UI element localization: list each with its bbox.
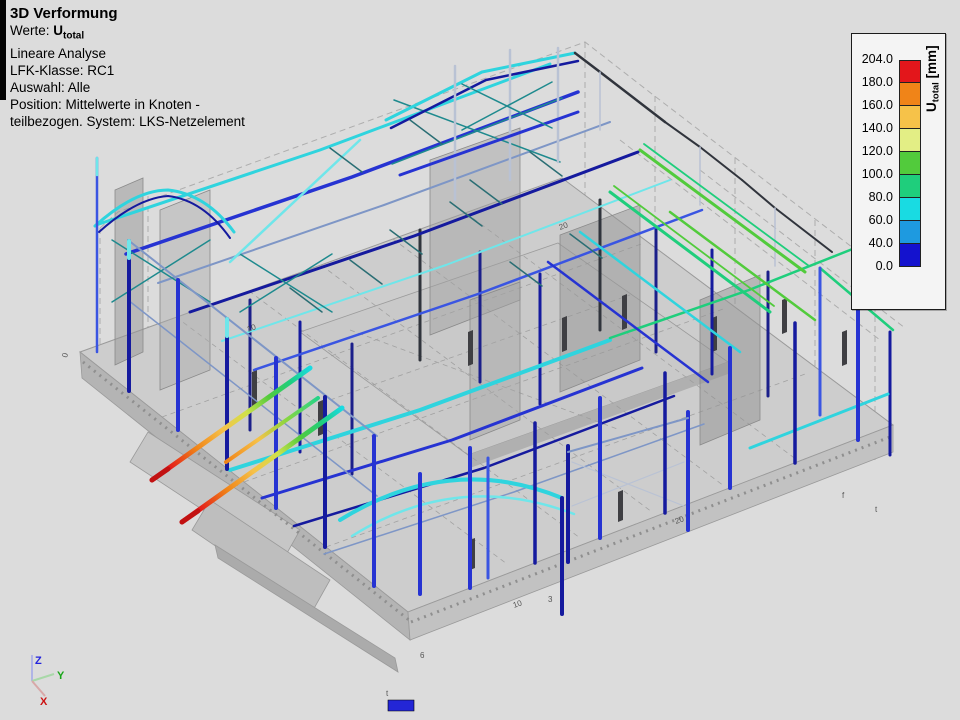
header-line: Position: Mittelwerte in Knoten - — [10, 96, 245, 113]
legend-color-segment — [899, 221, 921, 244]
grid-axis-label: f — [842, 491, 845, 500]
legend-tick-label: 180.0 — [847, 75, 893, 89]
legend-tick-label: 204.0 — [847, 52, 893, 66]
result-title: 3D Verformung — [10, 5, 245, 22]
selected-member-marker — [388, 700, 414, 711]
grid-axis-label: 6 — [420, 651, 425, 660]
svg-text:Utotal [mm]: Utotal [mm] — [924, 45, 942, 112]
grid-axis-label: t — [875, 505, 878, 514]
header-line: LFK-Klasse: RC1 — [10, 62, 245, 79]
legend-color-segment — [899, 244, 921, 267]
header-line: teilbezogen. System: LKS-Netzelement — [10, 113, 245, 130]
header-line: Lineare Analyse — [10, 45, 245, 62]
legend-color-segment — [899, 198, 921, 221]
y-axis-line — [32, 674, 54, 681]
grid-axis-label: t — [386, 689, 389, 698]
legend-tick-label: 140.0 — [847, 121, 893, 135]
legend-color-segment — [899, 175, 921, 198]
grid-axis-label: 10 — [512, 598, 524, 610]
y-axis-label: Y — [57, 670, 65, 682]
result-header-lines: Lineare AnalyseLFK-Klasse: RC1Auswahl: A… — [10, 45, 245, 130]
legend-color-segment — [899, 129, 921, 152]
result-header: 3D Verformung Werte: Utotal Lineare Anal… — [10, 5, 245, 130]
result-values-line: Werte: Utotal — [10, 22, 245, 45]
z-axis-label: Z — [35, 655, 42, 667]
viewport-canvas: 01020103620tft 3D Verformung Werte: Utot… — [0, 0, 960, 720]
legend-tick-label: 100.0 — [847, 167, 893, 181]
legend-tick-label: 80.0 — [847, 190, 893, 204]
legend-tick-label: 0.0 — [847, 259, 893, 273]
legend-tick-label: 160.0 — [847, 98, 893, 112]
legend-color-segment — [899, 152, 921, 175]
grid-axis-label: 0 — [60, 351, 70, 358]
legend-title: Utotal [mm] — [916, 16, 946, 126]
legend-tick-label: 40.0 — [847, 236, 893, 250]
x-axis-label: X — [40, 696, 48, 708]
header-line: Auswahl: Alle — [10, 79, 245, 96]
legend-tick-label: 60.0 — [847, 213, 893, 227]
coordinate-axes-widget: Z Y X — [6, 628, 76, 708]
legend-tick-label: 120.0 — [847, 144, 893, 158]
grid-axis-label: 3 — [548, 595, 553, 604]
x-axis-line — [32, 681, 45, 696]
